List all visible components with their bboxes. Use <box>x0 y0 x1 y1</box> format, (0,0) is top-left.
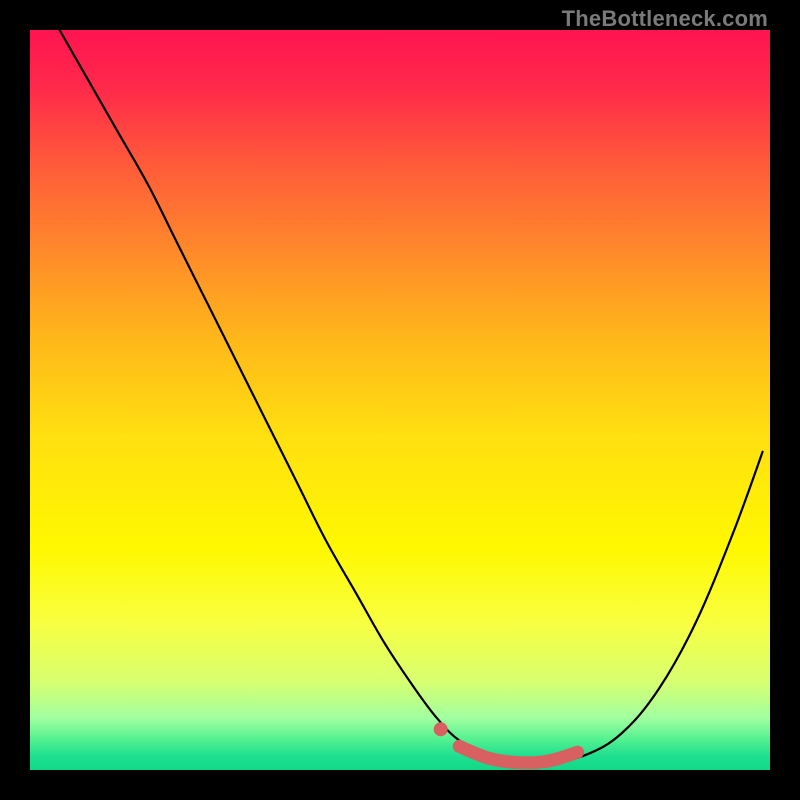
bottleneck-curve <box>60 30 763 764</box>
highlight-dot <box>434 722 448 736</box>
plot-area <box>30 30 770 770</box>
curve-svg <box>30 30 770 770</box>
highlight-segment <box>459 746 577 763</box>
watermark-text: TheBottleneck.com <box>562 6 768 32</box>
chart-frame: TheBottleneck.com <box>0 0 800 800</box>
